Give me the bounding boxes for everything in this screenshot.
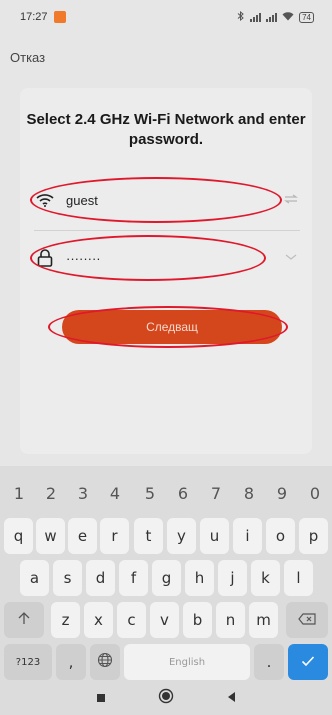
recents-icon[interactable] bbox=[96, 690, 106, 708]
key-8[interactable]: 8 bbox=[234, 484, 264, 503]
key-h[interactable]: h bbox=[185, 560, 214, 596]
globe-icon bbox=[97, 652, 113, 672]
cancel-button[interactable]: Отказ bbox=[10, 50, 45, 65]
password-field[interactable]: ········ bbox=[34, 236, 300, 280]
shift-icon bbox=[17, 611, 31, 629]
key-2[interactable]: 2 bbox=[36, 484, 66, 503]
check-icon bbox=[301, 653, 315, 671]
key-x[interactable]: x bbox=[84, 602, 113, 638]
key-w[interactable]: w bbox=[36, 518, 65, 554]
key-d[interactable]: d bbox=[86, 560, 115, 596]
app-notification-icon bbox=[53, 11, 66, 23]
wifi-status-icon bbox=[282, 11, 294, 23]
password-value: ········ bbox=[66, 250, 101, 266]
shift-key[interactable] bbox=[4, 602, 44, 638]
language-key[interactable] bbox=[90, 644, 120, 680]
bluetooth-icon bbox=[237, 10, 245, 23]
key-g[interactable]: g bbox=[152, 560, 181, 596]
key-c[interactable]: c bbox=[117, 602, 146, 638]
key-r[interactable]: r bbox=[100, 518, 129, 554]
symbols-key[interactable]: ?123 bbox=[4, 644, 52, 680]
period-key[interactable]: . bbox=[254, 644, 284, 680]
key-5[interactable]: 5 bbox=[135, 484, 165, 503]
wifi-icon bbox=[34, 189, 56, 211]
key-4[interactable]: 4 bbox=[100, 484, 130, 503]
key-1[interactable]: 1 bbox=[4, 484, 34, 503]
key-s[interactable]: s bbox=[53, 560, 82, 596]
space-key[interactable]: English bbox=[124, 644, 250, 680]
lock-icon bbox=[34, 247, 56, 269]
key-e[interactable]: e bbox=[68, 518, 97, 554]
back-icon[interactable] bbox=[226, 690, 236, 708]
key-p[interactable]: p bbox=[299, 518, 328, 554]
enter-key[interactable] bbox=[288, 644, 328, 680]
key-k[interactable]: k bbox=[251, 560, 280, 596]
key-v[interactable]: v bbox=[150, 602, 179, 638]
key-j[interactable]: j bbox=[218, 560, 247, 596]
status-right: 74 bbox=[237, 10, 314, 23]
page-title: Select 2.4 GHz Wi-Fi Network and enter p… bbox=[26, 111, 306, 148]
key-9[interactable]: 9 bbox=[267, 484, 297, 503]
key-u[interactable]: u bbox=[200, 518, 229, 554]
divider bbox=[34, 230, 300, 231]
swap-icon[interactable] bbox=[282, 190, 300, 208]
battery-icon: 74 bbox=[299, 11, 314, 23]
chevron-down-icon[interactable] bbox=[282, 248, 300, 266]
status-left: 17:27 bbox=[20, 11, 66, 23]
key-b[interactable]: b bbox=[183, 602, 212, 638]
key-a[interactable]: a bbox=[20, 560, 49, 596]
key-l[interactable]: l bbox=[284, 560, 313, 596]
key-i[interactable]: i bbox=[233, 518, 262, 554]
next-button[interactable]: Следващ bbox=[62, 310, 282, 344]
network-field[interactable]: guest bbox=[34, 178, 300, 222]
home-icon[interactable] bbox=[158, 688, 174, 709]
key-m[interactable]: m bbox=[249, 602, 278, 638]
key-f[interactable]: f bbox=[119, 560, 148, 596]
key-o[interactable]: o bbox=[266, 518, 295, 554]
key-0[interactable]: 0 bbox=[300, 484, 330, 503]
key-q[interactable]: q bbox=[4, 518, 33, 554]
status-bar: 17:27 74 bbox=[0, 0, 332, 34]
key-7[interactable]: 7 bbox=[201, 484, 231, 503]
network-name-value: guest bbox=[66, 192, 98, 208]
key-t[interactable]: t bbox=[134, 518, 163, 554]
clock: 17:27 bbox=[20, 11, 48, 23]
backspace-key[interactable] bbox=[286, 602, 328, 638]
key-n[interactable]: n bbox=[216, 602, 245, 638]
backspace-icon bbox=[298, 611, 316, 629]
key-y[interactable]: y bbox=[167, 518, 196, 554]
keyboard: 1 2 3 4 5 6 7 8 9 0 q w e r t y u i o p … bbox=[0, 466, 332, 682]
signal-icon bbox=[266, 12, 278, 22]
signal-icon bbox=[250, 12, 262, 22]
navigation-bar bbox=[0, 682, 332, 715]
comma-key[interactable]: , bbox=[56, 644, 86, 680]
key-z[interactable]: z bbox=[51, 602, 80, 638]
key-6[interactable]: 6 bbox=[168, 484, 198, 503]
key-3[interactable]: 3 bbox=[68, 484, 98, 503]
